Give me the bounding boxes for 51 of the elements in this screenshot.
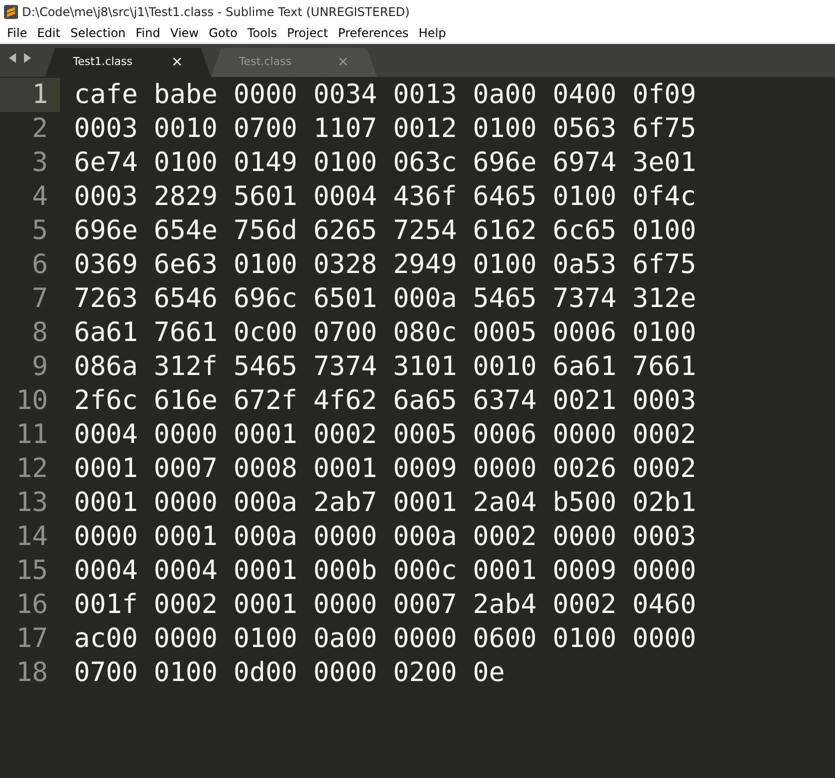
line-number: 17 [15,622,49,656]
code-line: 0001 0000 000a 2ab7 0001 2a04 b500 02b1 [73,486,696,520]
line-number: 5 [31,214,49,248]
menu-item[interactable]: Preferences [333,24,414,42]
menu-item[interactable]: Goto [204,24,242,42]
close-button[interactable]: × [171,52,183,73]
menu-item[interactable]: Selection [65,24,131,42]
editor-tab[interactable]: Test1.class × [45,48,211,77]
line-number: 13 [15,486,49,520]
code-line: 7263 6546 696c 6501 000a 5465 7374 312e [73,282,696,316]
line-number: 10 [15,384,49,418]
window-title: D:\Code\me\j8\src\j1\Test1.class - Sublime Text (UNREGISTERED) [22,4,410,20]
code-line: 0004 0004 0001 000b 000c 0001 0009 0000 [73,554,696,588]
menu-item[interactable]: Help [414,24,451,42]
line-number: 7 [31,282,49,316]
app-logo-icon [4,4,18,18]
line-number: 15 [15,554,49,588]
menu-item[interactable]: Edit [32,24,66,42]
code-line: 0000 0001 000a 0000 000a 0002 0000 0003 [73,520,696,554]
line-number: 4 [31,180,49,214]
menu-item[interactable]: File [2,24,32,42]
line-number: 18 [15,656,49,690]
code-line: 0700 0100 0d00 0000 0200 0e [73,656,505,690]
line-number: 9 [31,350,49,384]
code-line: 0369 6e63 0100 0328 2949 0100 0a53 6f75 [73,248,696,282]
line-number: 12 [15,452,49,486]
code-line: 6e74 0100 0149 0100 063c 696e 6974 3e01 [73,146,696,180]
menu-item[interactable]: Tools [242,24,282,42]
line-number: 16 [15,588,49,622]
line-number: 3 [31,146,49,180]
menu-item[interactable]: Project [282,24,334,42]
line-number: 14 [15,520,49,554]
code-line: 696e 654e 756d 6265 7254 6162 6c65 0100 [73,214,696,248]
line-number: 8 [31,316,49,350]
code-line: cafe babe 0000 0034 0013 0a00 0400 0f09 [73,78,696,112]
line-number: 1 [0,78,60,112]
line-number: 6 [31,248,49,282]
line-number: 2 [31,112,49,146]
code-line: 0003 0010 0700 1107 0012 0100 0563 6f75 [73,112,696,146]
code-line: 086a 312f 5465 7374 3101 0010 6a61 7661 [73,350,696,384]
code-line: 6a61 7661 0c00 0700 080c 0005 0006 0100 [73,316,696,350]
code-line: 001f 0002 0001 0000 0007 2ab4 0002 0460 [73,588,696,622]
line-number: 11 [15,418,49,452]
tab-navigation-arrows-icon[interactable] [9,53,31,63]
code-line: 2f6c 616e 672f 4f62 6a65 6374 0021 0003 [73,384,696,418]
menu-item[interactable]: View [165,24,204,42]
menu-item[interactable]: Find [130,24,166,42]
code-line: 0004 0000 0001 0002 0005 0006 0000 0002 [73,418,696,452]
code-line: 0003 2829 5601 0004 436f 6465 0100 0f4c [73,180,696,214]
code-line: 0001 0007 0008 0001 0009 0000 0026 0002 [73,452,696,486]
code-line: ac00 0000 0100 0a00 0000 0600 0100 0000 [73,622,696,656]
